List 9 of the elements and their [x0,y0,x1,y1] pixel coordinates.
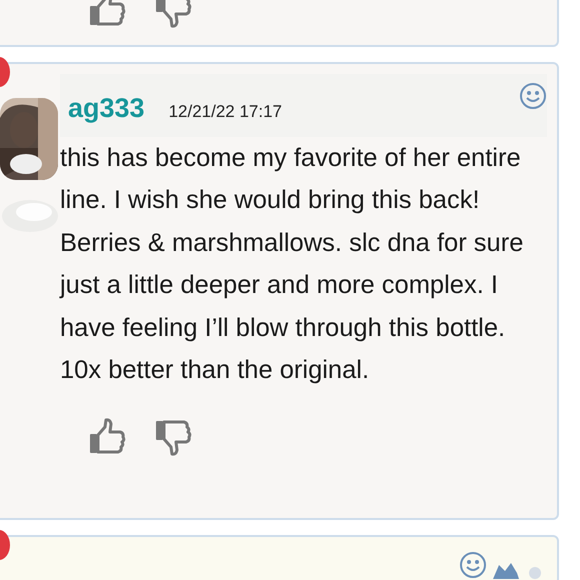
smiley-icon[interactable] [459,551,487,579]
thumbs-down-icon[interactable] [154,418,192,456]
thumbs-up-icon[interactable] [88,0,126,28]
smiley-icon[interactable] [519,82,547,110]
post-date: 12/21/22 17:17 [168,101,282,123]
username[interactable]: ag333 [68,88,145,128]
thumbs-up-icon[interactable] [88,418,126,456]
review-text: this has become my favorite of her entire line. I wish she would bring this back! Berries & marshmallows. slc dna for sure just a little deeper and more complex. I have feeling I’ll blow through this bottle. 10x better than the original. [60,142,524,386]
thumbs-down-icon[interactable] [154,0,192,28]
